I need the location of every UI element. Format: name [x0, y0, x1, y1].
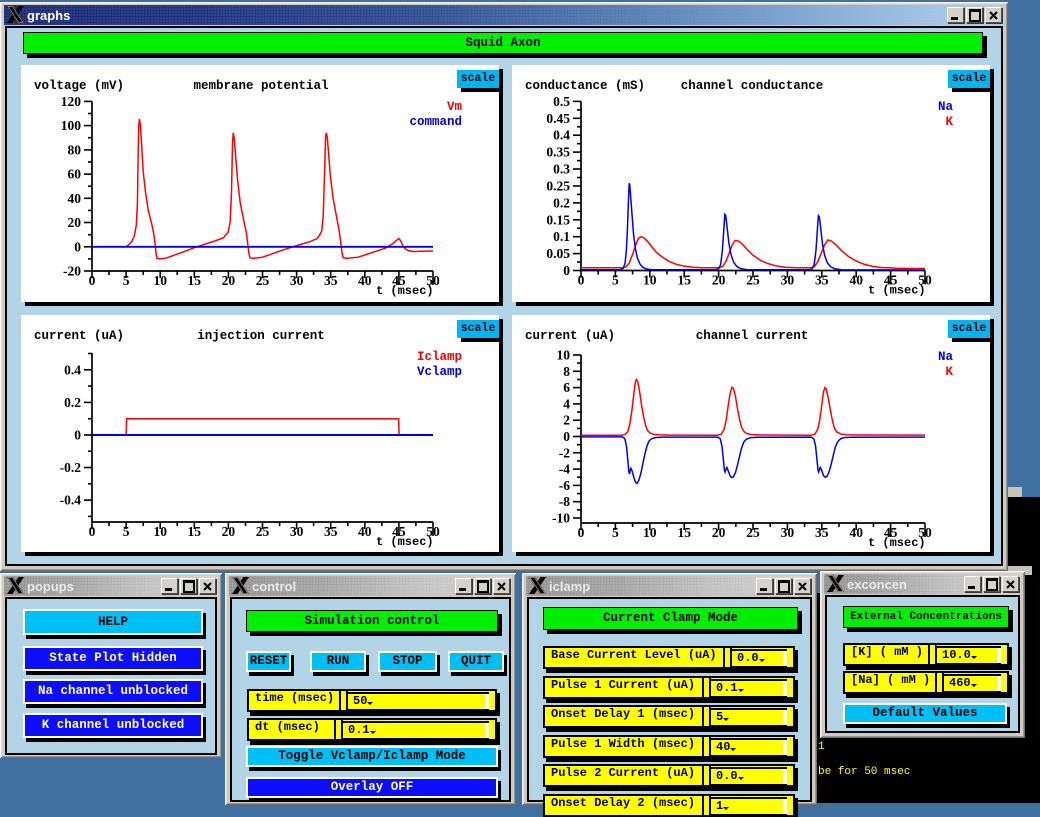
- svg-text:0.3: 0.3: [553, 162, 570, 177]
- svg-text:0.1: 0.1: [553, 229, 570, 244]
- svg-text:0.25: 0.25: [546, 179, 570, 194]
- svg-text:5: 5: [612, 525, 619, 540]
- svg-text:35: 35: [324, 273, 338, 288]
- svg-text:membrane potential: membrane potential: [193, 79, 328, 93]
- svg-text:t (msec): t (msec): [868, 284, 926, 298]
- svg-text:t (msec): t (msec): [376, 284, 434, 298]
- svg-text:40: 40: [68, 191, 82, 206]
- svg-text:0: 0: [74, 239, 81, 254]
- svg-text:0.5: 0.5: [553, 94, 570, 109]
- svg-text:40: 40: [849, 525, 863, 540]
- svg-text:20: 20: [68, 215, 82, 230]
- svg-text:40: 40: [849, 273, 863, 288]
- svg-text:30: 30: [781, 273, 795, 288]
- svg-text:command: command: [409, 115, 462, 129]
- svg-text:voltage (mV): voltage (mV): [34, 79, 124, 93]
- svg-text:10: 10: [643, 273, 657, 288]
- svg-text:-20: -20: [63, 264, 81, 279]
- svg-text:35: 35: [815, 525, 829, 540]
- svg-text:0.45: 0.45: [546, 111, 570, 126]
- svg-text:t (msec): t (msec): [868, 536, 926, 550]
- svg-text:60: 60: [68, 167, 82, 182]
- svg-text:channel conductance: channel conductance: [681, 79, 824, 93]
- svg-text:conductance (mS): conductance (mS): [525, 79, 645, 93]
- svg-text:Vm: Vm: [447, 100, 463, 114]
- svg-text:0.35: 0.35: [546, 145, 570, 160]
- svg-text:0.2: 0.2: [553, 195, 570, 210]
- svg-text:Na: Na: [938, 100, 954, 114]
- svg-text:6: 6: [563, 380, 570, 395]
- svg-text:5: 5: [612, 273, 619, 288]
- svg-text:-8: -8: [559, 494, 570, 509]
- svg-text:30: 30: [781, 525, 795, 540]
- svg-text:15: 15: [677, 525, 691, 540]
- svg-text:0.4: 0.4: [553, 128, 570, 143]
- svg-text:15: 15: [188, 273, 202, 288]
- svg-text:-2: -2: [559, 445, 570, 460]
- svg-text:80: 80: [68, 142, 82, 157]
- svg-text:2: 2: [563, 413, 570, 428]
- svg-text:40: 40: [358, 273, 372, 288]
- svg-text:0: 0: [89, 273, 96, 288]
- svg-text:current (uA): current (uA): [525, 329, 615, 343]
- svg-text:25: 25: [746, 525, 760, 540]
- svg-text:channel current: channel current: [696, 329, 809, 343]
- svg-text:-6: -6: [559, 478, 570, 493]
- svg-text:0: 0: [563, 429, 570, 444]
- svg-text:20: 20: [222, 273, 236, 288]
- svg-text:120: 120: [61, 94, 82, 109]
- svg-text:0: 0: [563, 263, 570, 278]
- svg-text:-4: -4: [559, 462, 570, 477]
- svg-text:5: 5: [123, 273, 130, 288]
- svg-text:35: 35: [815, 273, 829, 288]
- svg-text:-10: -10: [552, 511, 570, 526]
- svg-text:15: 15: [677, 273, 691, 288]
- svg-text:20: 20: [712, 525, 726, 540]
- svg-text:0: 0: [578, 525, 585, 540]
- svg-text:25: 25: [256, 273, 270, 288]
- svg-text:25: 25: [746, 273, 760, 288]
- svg-text:K: K: [945, 365, 953, 379]
- svg-text:8: 8: [563, 364, 570, 379]
- svg-text:K: K: [945, 115, 953, 129]
- svg-text:Na: Na: [938, 350, 954, 364]
- svg-text:10: 10: [557, 348, 571, 363]
- svg-text:30: 30: [290, 273, 304, 288]
- svg-text:10: 10: [153, 273, 167, 288]
- svg-text:100: 100: [61, 118, 82, 133]
- svg-text:0.05: 0.05: [546, 246, 570, 261]
- svg-text:0.15: 0.15: [546, 212, 570, 227]
- svg-text:4: 4: [563, 396, 570, 411]
- svg-text:20: 20: [712, 273, 726, 288]
- svg-text:0: 0: [578, 273, 585, 288]
- svg-text:10: 10: [643, 525, 657, 540]
